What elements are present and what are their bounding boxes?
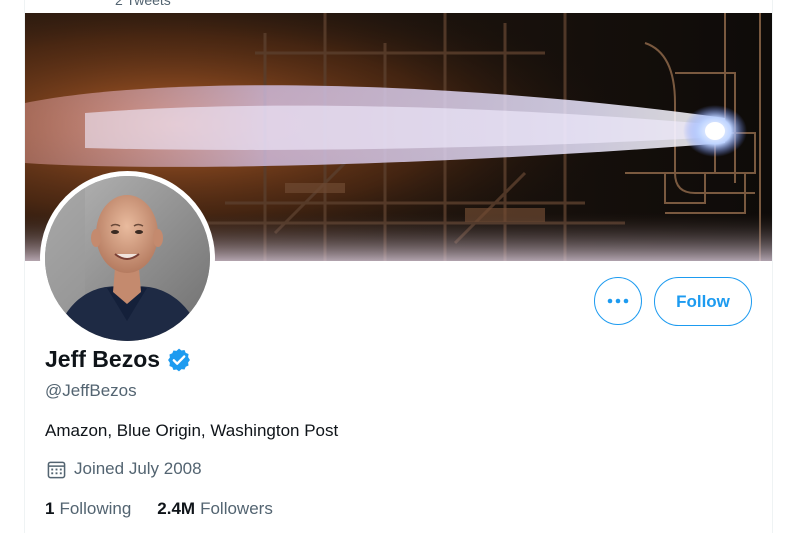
following-link[interactable]: 1 Following [45,499,131,519]
tweets-count: 2 Tweets [115,0,171,8]
profile-bio: Amazon, Blue Origin, Washington Post [45,421,339,440]
joined-date-row: Joined July 2008 [47,459,202,479]
avatar[interactable] [45,176,210,341]
follow-button[interactable]: Follow [654,277,752,326]
more-options-button[interactable] [594,277,642,325]
calendar-icon [47,461,66,478]
profile-name: Jeff Bezos [45,346,161,372]
more-horizontal-icon [607,298,629,304]
joined-date: Joined July 2008 [74,459,202,478]
profile-name-row: Jeff Bezos [45,346,192,373]
verified-badge-icon [168,348,190,371]
avatar-frame[interactable] [40,171,215,346]
followers-link[interactable]: 2.4M Followers [157,499,273,519]
profile-handle: @JeffBezos [45,381,137,400]
follow-stats: 1 Following 2.4M Followers [45,499,273,519]
following-label: Following [59,499,132,518]
followers-count: 2.4M [157,499,196,518]
column-border-right [772,0,773,533]
followers-label: Followers [200,499,273,518]
following-count: 1 [45,499,55,518]
